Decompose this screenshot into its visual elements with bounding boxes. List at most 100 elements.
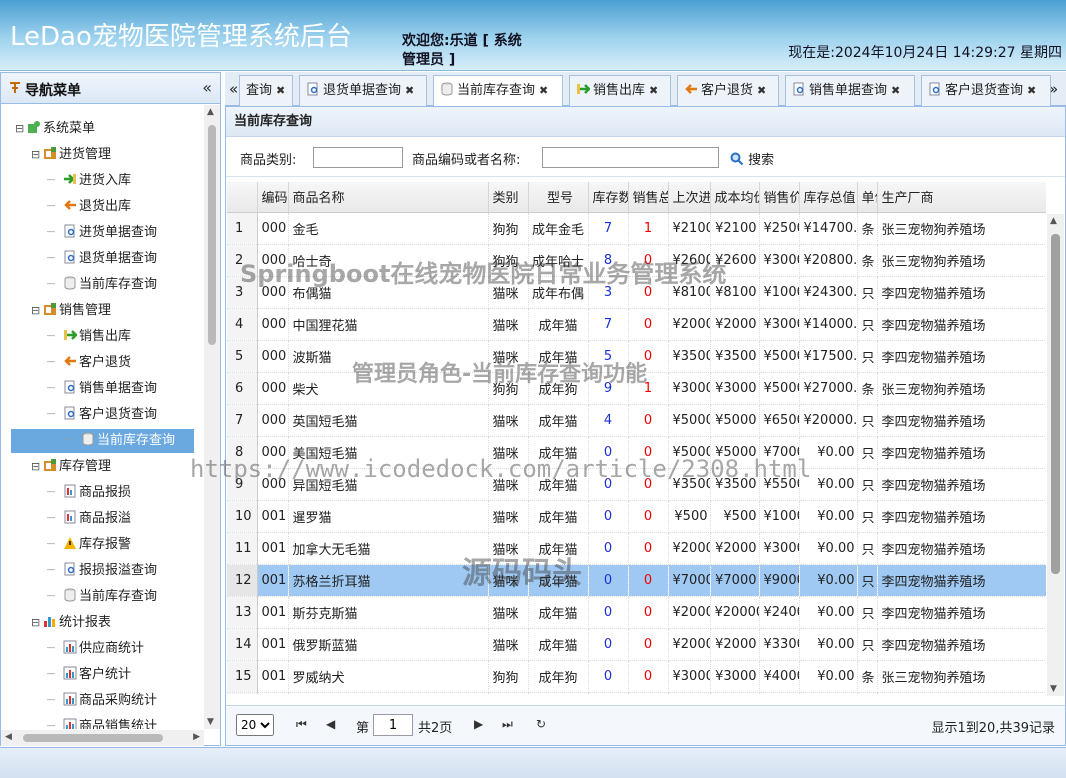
nav-item[interactable]: ⊟ 系统菜单: [15, 117, 95, 141]
table-cell: 只: [857, 436, 878, 469]
table-row[interactable]: 4000中国狸花猫猫咪成年猫70¥2000¥2000¥3000¥14000.0只…: [227, 308, 1046, 341]
nav-item[interactable]: ┈ 供应商统计: [47, 637, 144, 661]
tab[interactable]: 退货单据查询 ✖: [299, 75, 427, 106]
nav-item[interactable]: ┈ 商品报溢: [47, 507, 131, 531]
table-row[interactable]: 9000异国短毛猫猫咪成年猫00¥3500¥3500¥5500¥0.00只李四宠…: [227, 468, 1046, 501]
nav-item[interactable]: ┈ 当前库存查询: [47, 585, 157, 609]
next-page-icon[interactable]: ▶: [474, 717, 483, 731]
column-header[interactable]: 生产厂商: [877, 182, 1046, 213]
tree-connector: ┈: [47, 667, 55, 682]
close-icon[interactable]: ✖: [891, 84, 900, 97]
expand-icon[interactable]: ⊟: [31, 143, 43, 167]
close-icon[interactable]: ✖: [649, 84, 658, 97]
table-row[interactable]: 10001暹罗猫猫咪成年猫00¥500¥500¥1000¥0.00只李四宠物猫养…: [227, 500, 1046, 533]
column-header[interactable]: 类别: [488, 182, 529, 213]
column-header[interactable]: 型号: [528, 182, 589, 213]
close-icon[interactable]: ✖: [539, 84, 548, 97]
export-icon: [576, 78, 591, 94]
table-row[interactable]: 14001俄罗斯蓝猫猫咪成年猫00¥2000¥2000¥3300¥0.00只李四…: [227, 628, 1046, 661]
tab[interactable]: 客户退货 ✖: [677, 75, 779, 106]
nav-item[interactable]: ┈ 退货单据查询: [47, 247, 157, 271]
column-header[interactable]: 编码: [257, 182, 289, 213]
nav-item[interactable]: ┈ 退货出库: [47, 195, 131, 219]
nav-item[interactable]: ┈ 当前库存查询: [11, 429, 194, 453]
table-cell: 成年狗: [528, 660, 589, 693]
column-header[interactable]: 库存总值: [799, 182, 858, 213]
refresh-icon[interactable]: ↻: [536, 717, 546, 731]
tab[interactable]: 销售单据查询 ✖: [785, 75, 915, 106]
tab[interactable]: 当前库存查询 ✖: [433, 75, 563, 107]
close-icon[interactable]: ✖: [276, 84, 285, 97]
nav-item[interactable]: ┈ 销售出库: [47, 325, 131, 349]
nav-item[interactable]: ┈ 销售单据查询: [47, 377, 157, 401]
page-number-input[interactable]: [373, 714, 413, 736]
table-cell: ¥3500: [710, 340, 760, 373]
nav-item[interactable]: ┈ 商品销售统计: [47, 715, 157, 729]
expand-icon[interactable]: ⊟: [15, 117, 27, 141]
table-cell: 张三宠物狗养殖场: [877, 372, 1046, 405]
table-cell: ¥2400: [759, 596, 800, 629]
tab[interactable]: 销售出库 ✖: [569, 75, 671, 106]
nav-item[interactable]: ┈ 进货入库: [47, 169, 131, 193]
expand-icon[interactable]: ⊟: [31, 299, 43, 323]
table-row[interactable]: 1000金毛狗狗成年金毛71¥2100¥2100¥2500¥14700.0条张三…: [227, 212, 1046, 245]
grid-scrollbar-vertical[interactable]: ▲ ▼: [1047, 214, 1064, 696]
column-header[interactable]: 销售总数: [628, 182, 669, 213]
first-page-icon[interactable]: ⏮: [296, 717, 307, 732]
nav-item[interactable]: ┈ 商品报损: [47, 481, 131, 505]
tab[interactable]: 査询 ✖: [239, 75, 293, 106]
nav-item[interactable]: ⊟ 库存管理: [31, 455, 111, 479]
nav-item[interactable]: ┈ 报损报溢查询: [47, 559, 157, 583]
expand-icon[interactable]: ⊟: [31, 455, 43, 479]
column-header[interactable]: 单位: [857, 182, 878, 213]
nav-scrollbar-vertical[interactable]: ▲ ▼: [204, 105, 220, 729]
table-row[interactable]: 6000柴犬狗狗成年狗91¥3000¥3000¥5000¥27000.0条张三宠…: [227, 372, 1046, 405]
close-icon[interactable]: ✖: [1027, 84, 1036, 97]
nav-item[interactable]: ⊟ 进货管理: [31, 143, 111, 167]
doc-search-icon: [63, 223, 77, 238]
close-icon[interactable]: ✖: [757, 84, 766, 97]
column-header[interactable]: 商品名称: [288, 182, 489, 213]
table-row[interactable]: 13001斯芬克斯猫猫咪成年猫00¥2000¥20000¥2400¥0.00只李…: [227, 596, 1046, 629]
expand-icon[interactable]: ⊟: [31, 611, 43, 635]
page-size-select[interactable]: 20: [236, 714, 274, 736]
column-header[interactable]: 库存数量: [588, 182, 629, 213]
category-input[interactable]: [313, 147, 403, 168]
column-header[interactable]: 销售价: [759, 182, 800, 213]
table-cell: ¥8100: [710, 276, 760, 309]
table-row[interactable]: 5000波斯猫猫咪成年猫50¥3500¥3500¥5000¥17500.0只李四…: [227, 340, 1046, 373]
prev-page-icon[interactable]: ◀: [326, 717, 335, 731]
tab-scroll-left-icon[interactable]: «: [229, 80, 238, 98]
table-row[interactable]: 11001加拿大无毛猫猫咪成年猫00¥2000¥2000¥3000¥0.00只李…: [227, 532, 1046, 565]
nav-item[interactable]: ┈ 商品采购统计: [47, 689, 157, 713]
table-row[interactable]: 15001罗威纳犬狗狗成年狗00¥3000¥3000¥4000¥0.00条张三宠…: [227, 660, 1046, 693]
search-button[interactable]: 搜索: [730, 149, 774, 168]
tab[interactable]: 客户退货查询 ✖: [921, 75, 1051, 106]
table-cell: 4: [588, 404, 629, 437]
nav-item[interactable]: ┈ 客户退货查询: [47, 403, 157, 427]
column-header[interactable]: 成本均价: [710, 182, 760, 213]
last-page-icon[interactable]: ⏭: [502, 717, 513, 732]
nav-item[interactable]: ┈ 客户退货: [47, 351, 131, 375]
table-row[interactable]: 12001苏格兰折耳猫猫咪成年猫00¥7000¥7000¥9000¥0.00只李…: [227, 564, 1046, 597]
table-cell: 7: [588, 212, 629, 245]
table-row[interactable]: 16001 00: [227, 692, 1046, 694]
code-name-input[interactable]: [542, 147, 719, 168]
table-row[interactable]: 8000美国短毛猫猫咪成年猫00¥5000¥5000¥7000¥0.00只李四宠…: [227, 436, 1046, 469]
column-header[interactable]: 上次进价: [668, 182, 711, 213]
nav-item[interactable]: ┈ 进货单据查询: [47, 221, 157, 245]
table-cell: 成年猫: [528, 404, 589, 437]
nav-item[interactable]: ┈ 客户统计: [47, 663, 131, 687]
nav-item[interactable]: ⊟ 统计报表: [31, 611, 111, 635]
nav-item[interactable]: ┈ 当前库存查询: [47, 273, 157, 297]
nav-item[interactable]: ┈ 库存报警: [47, 533, 131, 557]
collapse-icon[interactable]: «: [202, 78, 212, 97]
nav-scrollbar-horizontal[interactable]: ◀ ▶: [1, 730, 204, 746]
close-icon[interactable]: ✖: [405, 84, 414, 97]
table-row[interactable]: 7000英国短毛猫猫咪成年猫40¥5000¥5000¥6500¥20000.0只…: [227, 404, 1046, 437]
table-cell: ¥3000: [668, 372, 711, 405]
table-row[interactable]: 3000布偶猫猫咪成年布偶30¥8100¥8100¥10000¥24300.0只…: [227, 276, 1046, 309]
nav-item[interactable]: ⊟ 销售管理: [31, 299, 111, 323]
table-row[interactable]: 2000哈士奇狗狗成年哈士80¥2600¥2600¥3000¥20800.0条张…: [227, 244, 1046, 277]
table-cell: 9: [588, 372, 629, 405]
